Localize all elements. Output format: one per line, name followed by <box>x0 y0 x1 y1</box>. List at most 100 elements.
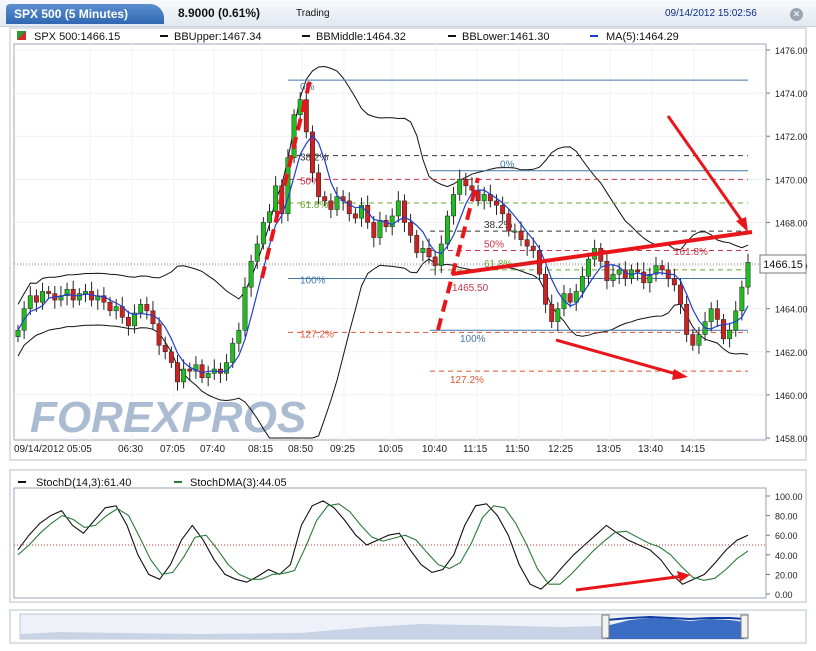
candle-down <box>408 222 414 236</box>
y-tick-label: 1474.00 <box>775 89 808 99</box>
y-tick-label: 1458.00 <box>775 434 808 444</box>
candle-up <box>438 243 444 266</box>
candle-up <box>579 276 585 292</box>
candle-down <box>500 204 506 215</box>
candle-up <box>377 220 383 238</box>
navigator-selection-area <box>606 618 744 639</box>
x-tick-label: 13:40 <box>638 444 663 455</box>
candle-down <box>162 345 168 353</box>
x-tick-label: 09:25 <box>330 444 355 455</box>
x-tick-label: 11:15 <box>463 444 488 455</box>
fib1-level-label: 61.8% <box>300 200 328 211</box>
candle-up <box>696 334 702 346</box>
candle-up <box>395 200 401 217</box>
candle-down <box>671 278 677 286</box>
stoch-y-tick-label: 0.00 <box>775 590 793 600</box>
candle-down <box>156 323 162 346</box>
chart-area: SPX 500:1466.15 BBUpper:1467.34 BBMiddle… <box>9 27 808 644</box>
y-tick-label: 1470.00 <box>775 175 808 185</box>
x-tick-label: 07:40 <box>200 444 225 455</box>
x-tick-label: 14:15 <box>680 444 705 455</box>
candle-up <box>512 230 518 233</box>
x-tick-label: 13:05 <box>596 444 621 455</box>
candle-up <box>334 196 340 210</box>
timestamp: 09/14/2012 15:02:56 <box>665 8 757 19</box>
close-icon[interactable]: ✕ <box>790 8 803 21</box>
candle-up <box>254 243 260 262</box>
legend-spx: SPX 500:1466.15 <box>34 31 120 43</box>
candle-down <box>328 200 334 210</box>
main-plot-area <box>13 43 767 441</box>
legend-ma: MA(5):1464.29 <box>606 31 679 43</box>
stoch-y-tick-label: 100.00 <box>775 492 803 502</box>
chart-window: SPX 500 (5 Minutes) 8.9000 (0.61%) Tradi… <box>0 0 816 651</box>
candle-up <box>457 179 463 195</box>
stoch-y-tick-label: 20.00 <box>775 570 798 580</box>
fib2-level-label: 100% <box>460 334 486 345</box>
candle-down <box>414 235 420 253</box>
candle-up <box>83 291 88 294</box>
stochd-legend-swatch <box>18 481 26 483</box>
fib1-level-label: 127.2% <box>300 329 334 340</box>
candle-down <box>659 265 665 271</box>
candle-down <box>635 269 641 273</box>
candle-up <box>113 306 119 312</box>
stochdma-legend-swatch <box>174 481 182 483</box>
candle-down <box>199 364 205 378</box>
x-tick-label: 07:05 <box>160 444 185 455</box>
candle-down <box>530 245 536 251</box>
candle-up <box>739 286 745 312</box>
legend-bbupper: BBUpper:1467.34 <box>174 31 261 43</box>
candle-down <box>168 351 174 363</box>
ma-legend-swatch <box>590 35 598 37</box>
candle-down <box>463 179 469 187</box>
candle-down <box>46 291 52 294</box>
x-tick-label: 08:50 <box>288 444 313 455</box>
watermark-logo: FOREXPROS <box>30 393 306 442</box>
candle-down <box>518 230 524 240</box>
candle-up <box>708 308 714 322</box>
candle-down <box>371 222 377 238</box>
symbol-title[interactable]: SPX 500 (5 Minutes) <box>6 4 164 24</box>
candle-down <box>678 284 683 305</box>
y-tick-label: 1464.00 <box>775 305 808 315</box>
candle-down <box>543 273 549 305</box>
candle-up <box>138 304 144 314</box>
candle-down <box>175 362 180 383</box>
y-tick-label: 1476.00 <box>775 46 808 56</box>
candle-down <box>524 239 530 247</box>
market-status: Trading <box>296 8 330 19</box>
x-tick-label: 10:40 <box>422 444 447 455</box>
fib-extension-label: 161.8% <box>674 247 708 258</box>
candle-down <box>402 200 407 223</box>
candle-down <box>125 317 131 327</box>
candle-down <box>567 293 573 303</box>
bblower-legend-swatch <box>448 35 456 37</box>
candle-up <box>205 373 211 378</box>
candle-up <box>444 215 450 245</box>
title-bar: SPX 500 (5 Minutes) 8.9000 (0.61%) Tradi… <box>0 0 816 27</box>
navigator-left-handle[interactable] <box>601 614 610 639</box>
candle-up <box>260 222 266 245</box>
candle-up <box>248 260 254 288</box>
fib2-level-label: 0% <box>500 160 515 171</box>
candle-down <box>721 319 726 340</box>
x-tick-label: 06:30 <box>118 444 143 455</box>
candle-down <box>107 301 113 312</box>
candle-down <box>684 304 690 335</box>
x-tick-label: 12:25 <box>548 444 573 455</box>
y-tick-label: 1462.00 <box>775 348 808 358</box>
x-tick-label: 11:50 <box>505 444 530 455</box>
stoch-y-tick-label: 40.00 <box>775 551 798 561</box>
fib-price-label: 1465.50 <box>452 283 489 294</box>
candle-up <box>40 291 45 303</box>
candle-up <box>451 194 456 217</box>
fib1-level-label: 100% <box>300 275 326 286</box>
candle-up <box>586 258 591 277</box>
legend-stochdma: StochDMA(3):44.05 <box>190 477 287 489</box>
candle-up <box>181 368 187 383</box>
candle-down <box>150 310 156 325</box>
navigator-right-handle[interactable] <box>740 614 749 639</box>
candle-down <box>426 248 432 258</box>
candle-up <box>745 262 751 288</box>
